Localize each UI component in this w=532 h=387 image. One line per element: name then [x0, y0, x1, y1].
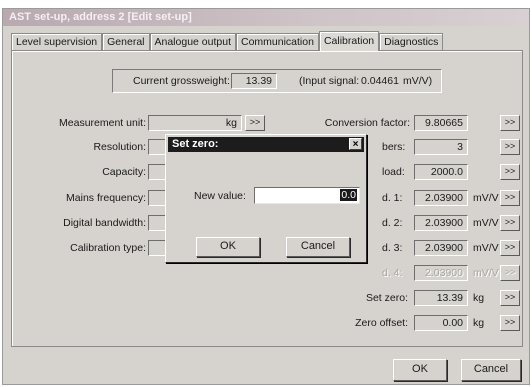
point2-label: d. 2: [382, 217, 403, 229]
cancel-button[interactable]: Cancel [461, 359, 521, 381]
grossweight-box: Current grossweight: 13.39 (Input signal… [112, 69, 442, 93]
conversion-factor-more-button[interactable]: >> [500, 115, 520, 131]
point4-field: 2.03900 [414, 265, 468, 281]
dialog-cancel-button[interactable]: Cancel [286, 237, 350, 257]
point2-more-button[interactable]: >> [500, 215, 520, 231]
dialog-title: Set zero: × [168, 137, 364, 152]
tab-general[interactable]: General [102, 33, 150, 51]
grossweight-label: Current grossweight: [133, 75, 230, 87]
resolution-label: Resolution: [93, 141, 146, 153]
set-zero-field: 13.39 [414, 290, 468, 306]
zero-offset-field: 0.00 [414, 315, 468, 331]
new-value-input[interactable]: 0.0 [254, 187, 360, 204]
ok-button[interactable]: OK [393, 359, 447, 381]
load-field: 2000.0 [414, 164, 468, 180]
mains-frequency-label: Mains frequency: [66, 192, 146, 204]
new-value-label: New value: [194, 190, 246, 202]
point1-label: d. 1: [382, 192, 403, 204]
capacity-label: Capacity: [102, 166, 146, 178]
measurement-unit-more-button[interactable]: >> [245, 115, 265, 131]
numbers-more-button[interactable]: >> [500, 139, 520, 155]
tab-level-supervision[interactable]: Level supervision [11, 33, 103, 51]
load-label: load: [382, 166, 405, 178]
conversion-factor-field: 9.80665 [414, 115, 468, 131]
tab-strip: Level supervision General Analogue outpu… [11, 31, 444, 51]
load-more-button[interactable]: >> [500, 164, 520, 180]
set-zero-label: Set zero: [365, 292, 408, 304]
close-icon[interactable]: × [349, 138, 362, 150]
zero-offset-label: Zero offset: [355, 317, 408, 329]
point3-more-button[interactable]: >> [500, 240, 520, 256]
point1-field: 2.03900 [414, 190, 468, 206]
conversion-factor-label: Conversion factor: [324, 117, 410, 129]
point4-unit: mV/V [473, 267, 499, 279]
point4-more-button: >> [500, 265, 520, 281]
point2-field: 2.03900 [414, 215, 468, 231]
numbers-field: 3 [414, 139, 468, 155]
numbers-label: bers: [382, 141, 406, 153]
point3-label: d. 3: [382, 242, 403, 254]
tab-analogue-output[interactable]: Analogue output [149, 33, 236, 51]
input-signal-unit: mV/V) [403, 75, 433, 87]
set-zero-more-button[interactable]: >> [500, 290, 520, 306]
input-signal-value: 0.04461 [361, 75, 399, 87]
tab-diagnostics[interactable]: Diagnostics [379, 33, 444, 51]
point4-label: d. 4: [382, 267, 403, 279]
point3-unit: mV/V [473, 242, 499, 254]
measurement-unit-label: Measurement unit: [59, 117, 146, 129]
set-zero-unit: kg [473, 292, 485, 304]
zero-offset-more-button[interactable]: >> [500, 315, 520, 331]
input-signal-label: (Input signal: [299, 75, 360, 87]
tab-communication[interactable]: Communication [235, 33, 319, 51]
zero-offset-unit: kg [473, 317, 485, 329]
dialog-title-text: Set zero: [172, 138, 219, 150]
digital-bandwidth-label: Digital bandwidth: [63, 217, 146, 229]
calibration-type-label: Calibration type: [70, 242, 146, 254]
new-value-text: 0.0 [340, 189, 357, 201]
tab-calibration[interactable]: Calibration [318, 31, 380, 51]
point2-unit: mV/V [473, 217, 499, 229]
set-zero-dialog: Set zero: × New value: 0.0 OK Cancel [165, 134, 367, 263]
window-title: AST set-up, address 2 [Edit set-up] [3, 9, 529, 26]
grossweight-value: 13.39 [231, 73, 277, 89]
point1-more-button[interactable]: >> [500, 190, 520, 206]
measurement-unit-field: kg [148, 115, 242, 131]
point1-unit: mV/V [473, 192, 499, 204]
dialog-ok-button[interactable]: OK [196, 237, 260, 257]
point3-field: 2.03900 [414, 240, 468, 256]
